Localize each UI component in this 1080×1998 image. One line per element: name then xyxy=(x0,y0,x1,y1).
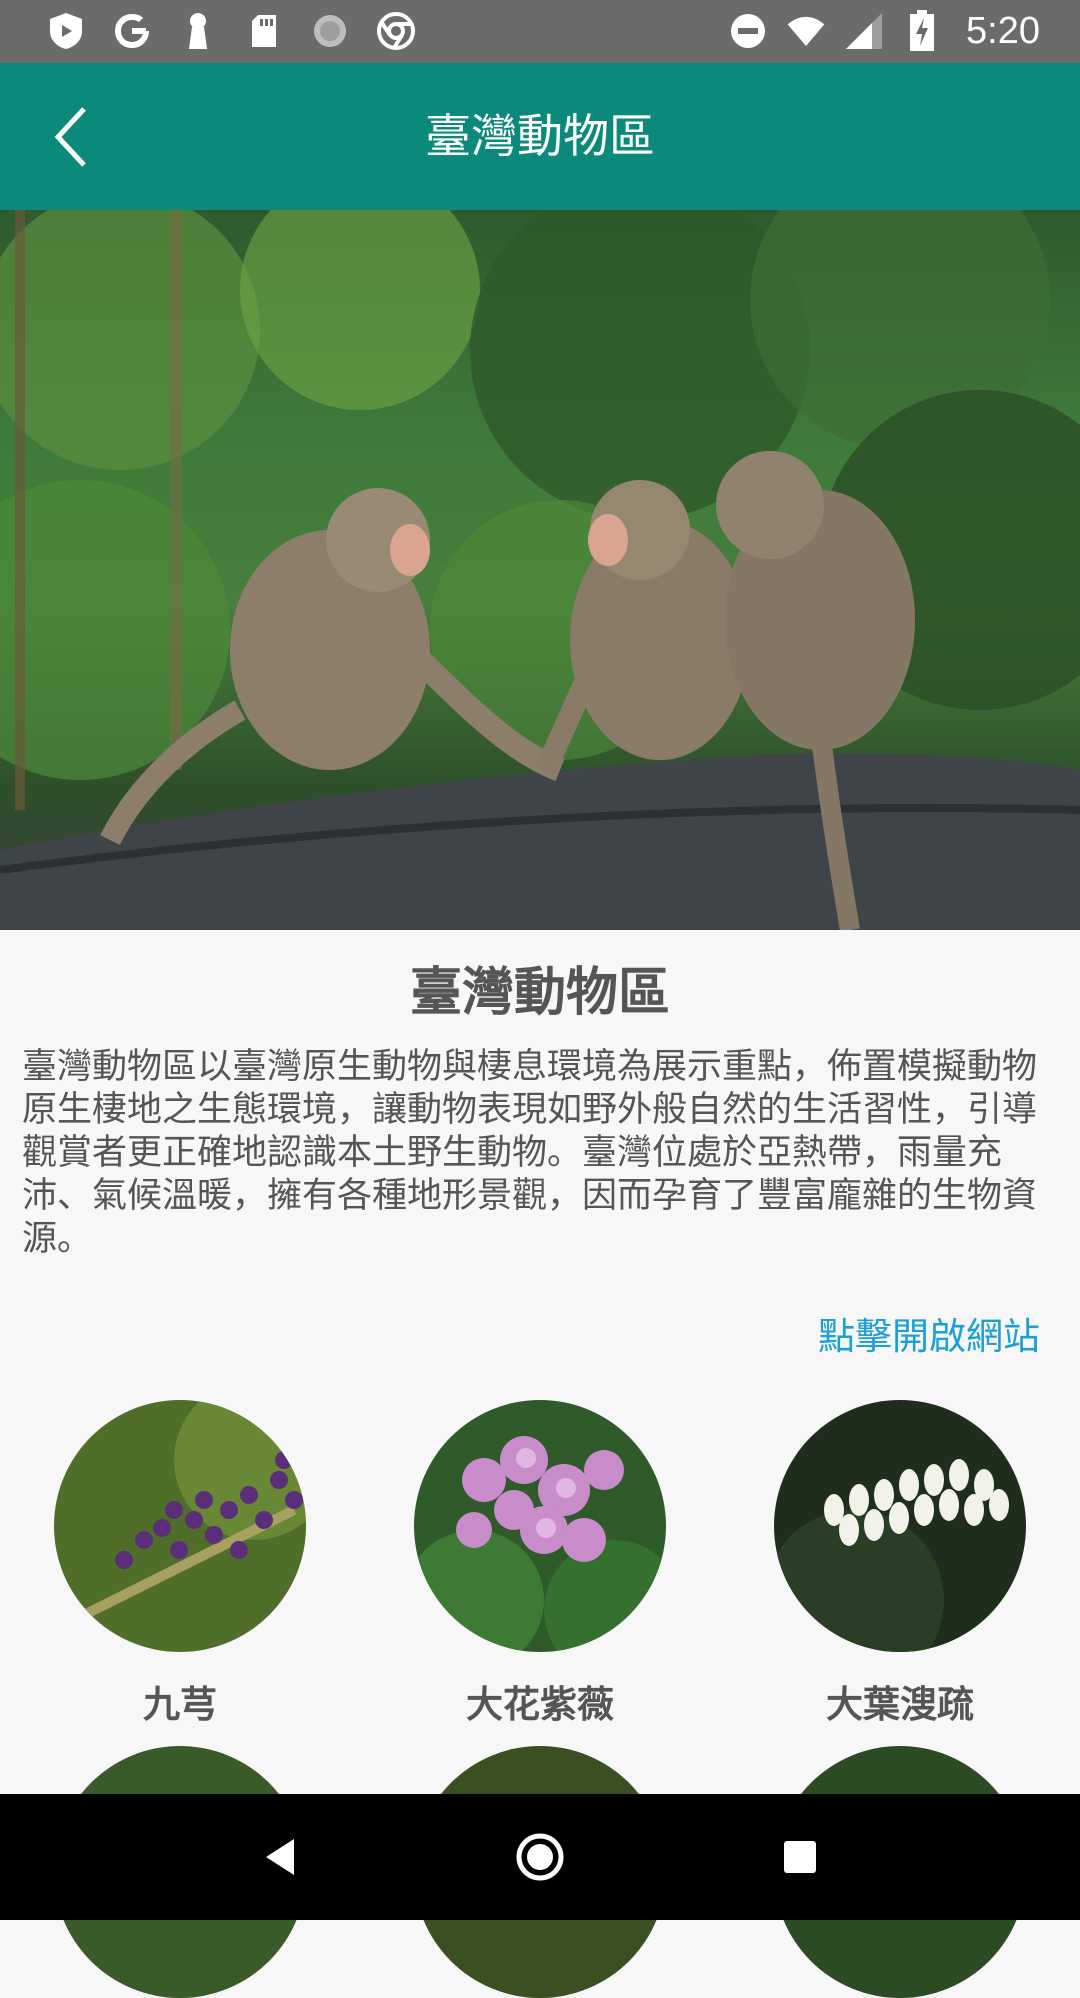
pink-flowers-photo xyxy=(414,1400,666,1652)
wifi-icon xyxy=(786,11,826,51)
purple-berries-photo xyxy=(54,1400,306,1652)
loading-icon xyxy=(310,11,350,51)
section-title: 臺灣動物區 xyxy=(409,963,670,1023)
shield-icon xyxy=(46,11,86,51)
nav-recents-button[interactable] xyxy=(760,1817,840,1897)
do-not-disturb-icon xyxy=(728,11,768,51)
list-item[interactable]: 九芎 xyxy=(30,1400,330,1728)
signal-icon xyxy=(844,11,884,51)
sd-card-icon xyxy=(244,11,284,51)
nav-home-button[interactable] xyxy=(500,1817,580,1897)
battery-charging-icon xyxy=(902,10,942,51)
section-description: 臺灣動物區以臺灣原生動物與棲息環境為展示重點，佈置模擬動物原生棲地之生態環境，讓… xyxy=(22,1047,1038,1259)
system-nav-bar xyxy=(0,1794,1080,1920)
list-item[interactable]: 大花紫薇 xyxy=(390,1400,690,1728)
chrome-icon xyxy=(376,11,416,51)
home-circle-icon xyxy=(516,1833,564,1881)
status-icons-left xyxy=(46,10,416,52)
open-website-link[interactable]: 點擊開啟網站 xyxy=(818,1306,1040,1360)
list-item[interactable]: 大葉溲疏 xyxy=(750,1400,1050,1728)
status-icons-right: 5:20 xyxy=(728,10,1040,52)
hero-image xyxy=(0,210,1080,930)
recents-square-icon xyxy=(784,1841,816,1873)
status-bar: 5:20 xyxy=(0,0,1080,63)
google-icon xyxy=(112,11,152,51)
keyhole-icon xyxy=(178,11,218,51)
white-flowers-photo xyxy=(774,1400,1026,1652)
nav-back-button[interactable] xyxy=(240,1817,320,1897)
plant-name: 大葉溲疏 xyxy=(826,1683,974,1726)
page-title: 臺灣動物區 xyxy=(425,109,655,163)
app-bar: 臺灣動物區 xyxy=(0,63,1080,210)
status-time: 5:20 xyxy=(966,9,1040,52)
plant-name: 九芎 xyxy=(143,1683,217,1726)
back-triangle-icon xyxy=(266,1839,294,1875)
plant-name: 大花紫薇 xyxy=(466,1683,614,1726)
